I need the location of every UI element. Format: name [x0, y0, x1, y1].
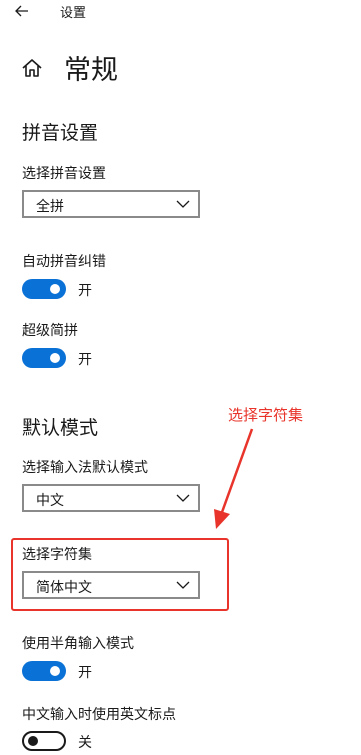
back-arrow-icon — [15, 5, 28, 17]
charset-dropdown[interactable]: 简体中文 — [22, 571, 200, 599]
english-punct-state: 关 — [78, 735, 92, 751]
default-mode-value: 中文 — [36, 493, 64, 509]
toggle-knob — [50, 284, 60, 294]
halfwidth-label: 使用半角输入模式 — [22, 636, 134, 652]
fuzzy-pinyin-toggle[interactable] — [22, 279, 66, 299]
charset-value: 简体中文 — [36, 580, 92, 596]
annotation-arrow-icon — [214, 428, 254, 529]
pinyin-mode-value: 全拼 — [36, 199, 64, 215]
super-jianpin-toggle[interactable] — [22, 348, 66, 368]
super-jianpin-label: 超级简拼 — [22, 323, 78, 339]
english-punct-toggle[interactable] — [22, 731, 66, 751]
window-title: 设置 — [60, 6, 87, 21]
halfwidth-state: 开 — [78, 665, 92, 681]
pinyin-select-label: 选择拼音设置 — [22, 166, 106, 182]
back-button[interactable] — [4, 0, 40, 22]
home-icon — [22, 59, 42, 77]
annotation-label: 选择字符集 — [228, 406, 304, 424]
default-mode-select-label: 选择输入法默认模式 — [22, 460, 148, 476]
super-jianpin-state: 开 — [78, 352, 92, 368]
page-title: 常规 — [64, 55, 118, 86]
pinyin-mode-dropdown[interactable]: 全拼 — [22, 190, 200, 218]
chevron-down-icon — [176, 494, 190, 502]
fuzzy-pinyin-label: 自动拼音纠错 — [22, 254, 106, 270]
pinyin-section-title: 拼音设置 — [22, 122, 99, 144]
default-mode-section-title: 默认模式 — [22, 417, 99, 439]
charset-label: 选择字符集 — [22, 547, 92, 563]
fuzzy-pinyin-state: 开 — [78, 283, 92, 299]
english-punct-label: 中文输入时使用英文标点 — [22, 707, 176, 723]
chevron-down-icon — [176, 581, 190, 589]
default-mode-dropdown[interactable]: 中文 — [22, 484, 200, 512]
toggle-knob — [50, 666, 60, 676]
halfwidth-toggle[interactable] — [22, 661, 66, 681]
toggle-knob — [28, 736, 38, 746]
chevron-down-icon — [176, 200, 190, 208]
toggle-knob — [50, 353, 60, 363]
